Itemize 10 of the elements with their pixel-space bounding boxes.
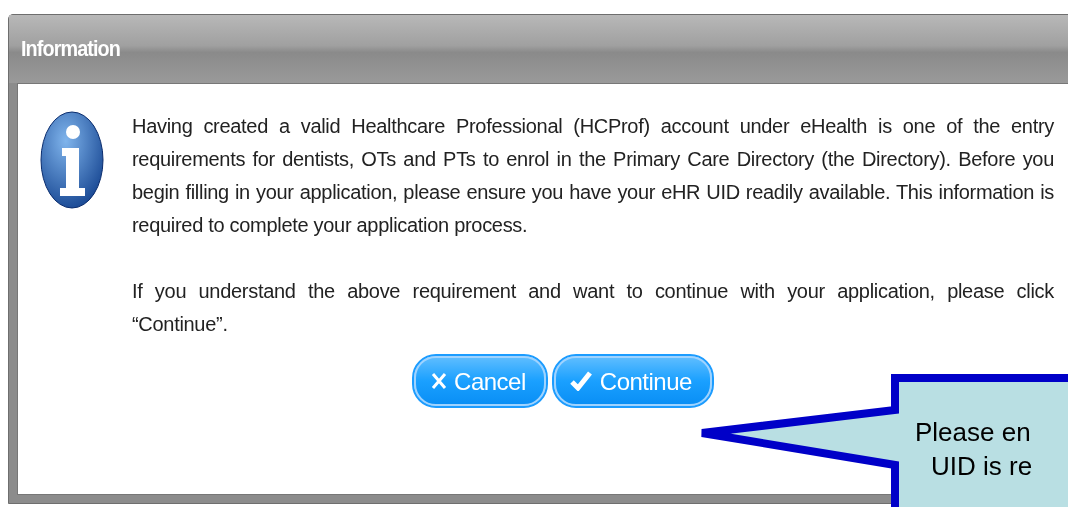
confirm-button[interactable]: Continue (553, 356, 712, 406)
message-paragraph: If you understand the above requirement and want to continue with your application, please click “Continue”. (132, 279, 1054, 337)
x-icon (430, 371, 449, 391)
checkmark-icon (569, 371, 594, 391)
callout-text: Please en (915, 416, 1031, 449)
info-icon (40, 110, 104, 210)
message-paragraph: Having created a valid Healthcare Professional (HCProf) account under eHealth is one of the entry requirements for dentists, OTs and PTs to enrol in the Primary Care Directory (the Directory). Before you begin filling in your application, please ensure you have your eHR UID readily available. This information is required to complete your application process. (132, 114, 1054, 238)
callout-text: UID is re (931, 450, 1033, 483)
cancel-button[interactable]: Cancel (414, 356, 546, 406)
window-title: Information (21, 36, 120, 62)
